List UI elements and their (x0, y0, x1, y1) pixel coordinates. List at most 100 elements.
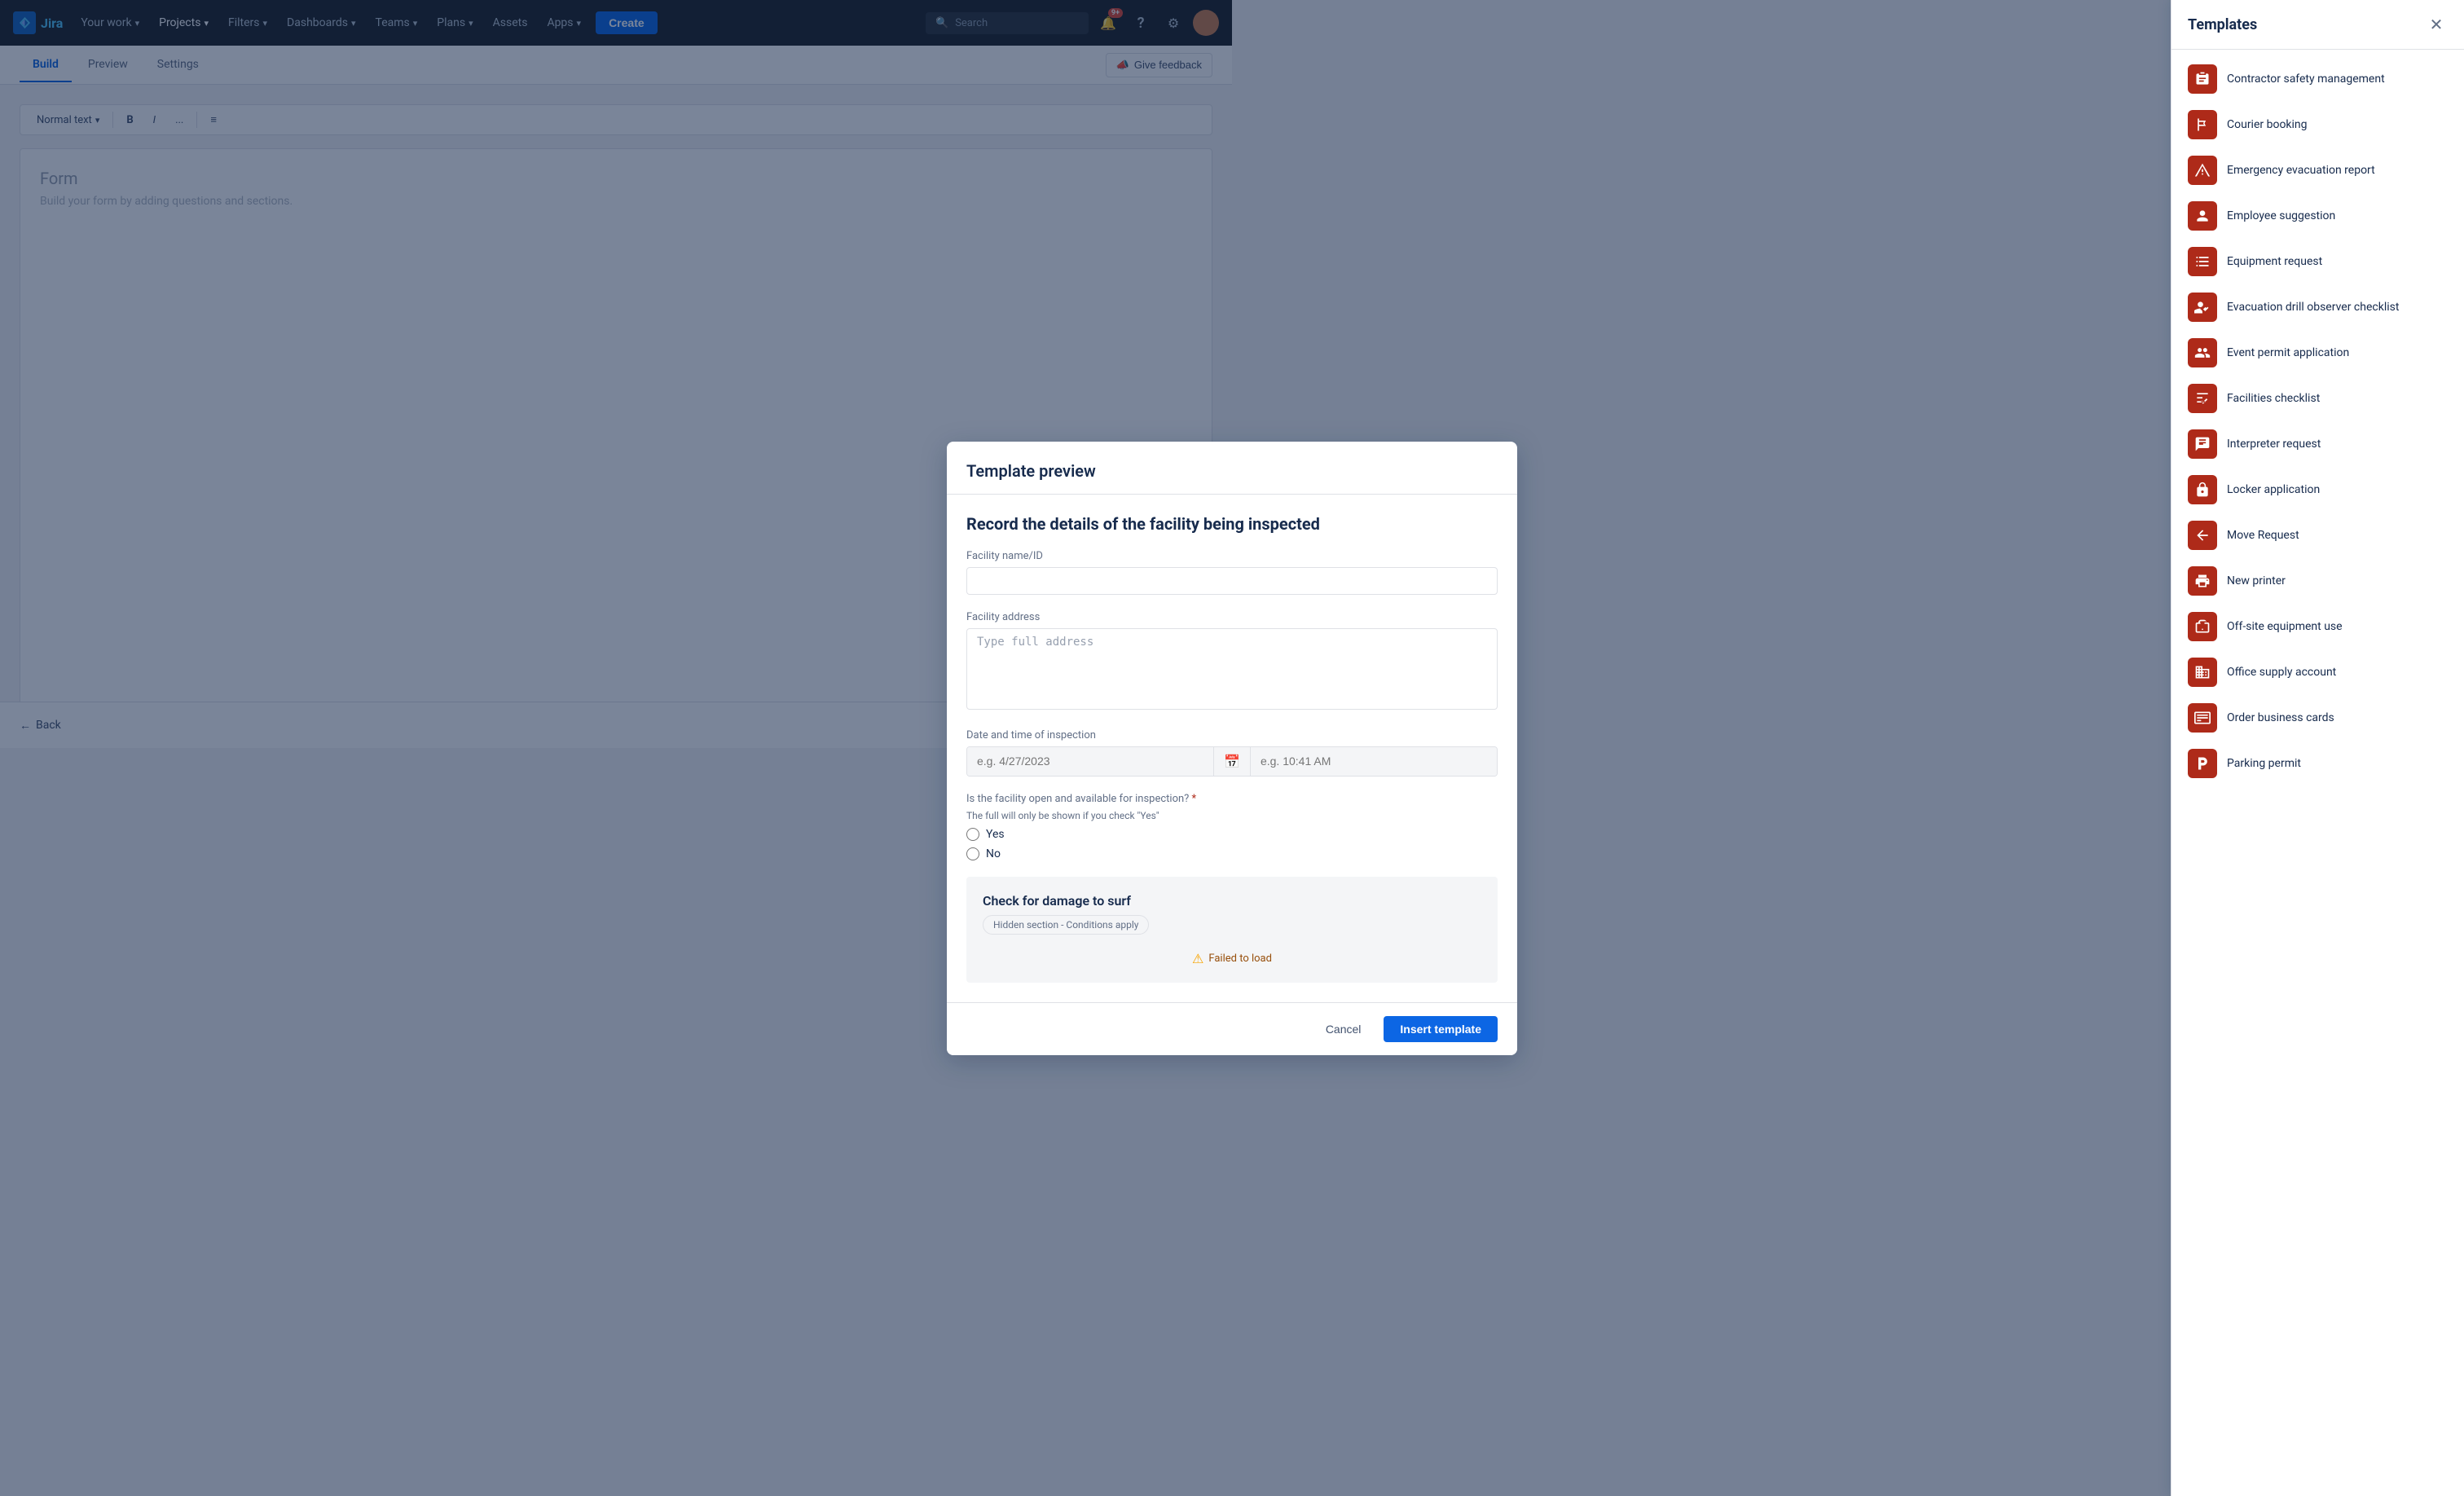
sidebar-item-icon-6 (2188, 338, 2217, 367)
template-icon (2194, 162, 2211, 178)
sidebar-item-label-9: Locker application (2227, 483, 2320, 496)
templates-sidebar: Templates ✕ Contractor safety management… (2171, 0, 2464, 1496)
hidden-section-title: Check for damage to surf (983, 893, 1481, 909)
sidebar-item-1[interactable]: Courier booking (2171, 102, 2464, 147)
template-icon (2194, 253, 2211, 270)
radio-yes[interactable]: Yes (966, 828, 1498, 841)
sidebar-item-2[interactable]: Emergency evacuation report (2171, 147, 2464, 193)
template-icon (2194, 664, 2211, 680)
sidebar-item-icon-1 (2188, 110, 2217, 139)
sidebar-item-label-12: Off-site equipment use (2227, 620, 2343, 633)
insert-template-button[interactable]: Insert template (1384, 1016, 1498, 1042)
radio-no-input[interactable] (966, 847, 979, 860)
sidebar-item-label-15: Parking permit (2227, 757, 2301, 770)
cancel-button[interactable]: Cancel (1313, 1016, 1375, 1042)
template-icon (2194, 390, 2211, 407)
calendar-icon[interactable]: 📅 (1213, 747, 1251, 776)
sidebar-item-icon-3 (2188, 201, 2217, 231)
radio-group: Yes No (966, 828, 1498, 860)
sidebar-item-11[interactable]: New printer (2171, 558, 2464, 604)
template-icon (2194, 117, 2211, 133)
modal-overlay[interactable]: Template preview Record the details of t… (0, 0, 2464, 1496)
modal-body: Record the details of the facility being… (947, 495, 1517, 1002)
radio-hint: The full will only be shown if you check… (966, 810, 1498, 821)
failed-load-message: ⚠ Failed to load (983, 951, 1481, 966)
sidebar-item-7[interactable]: Facilities checklist (2171, 376, 2464, 421)
sidebar-item-label-6: Event permit application (2227, 346, 2349, 359)
date-time-field: Date and time of inspection 📅 (966, 729, 1498, 777)
template-icon (2194, 436, 2211, 452)
radio-no[interactable]: No (966, 847, 1498, 860)
template-icon (2194, 71, 2211, 87)
sidebar-item-icon-14 (2188, 703, 2217, 733)
sidebar-item-8[interactable]: Interpreter request (2171, 421, 2464, 467)
facility-address-input[interactable] (966, 628, 1498, 710)
facility-open-label: Is the facility open and available for i… (966, 793, 1498, 805)
template-icon (2194, 710, 2211, 726)
sidebar-item-icon-8 (2188, 429, 2217, 459)
sidebar-item-icon-12 (2188, 612, 2217, 641)
sidebar-item-label-14: Order business cards (2227, 711, 2334, 724)
sidebar-item-icon-7 (2188, 384, 2217, 413)
sidebar-item-5[interactable]: Evacuation drill observer checklist (2171, 284, 2464, 330)
sidebar-item-label-2: Emergency evacuation report (2227, 164, 2375, 177)
hidden-section: Check for damage to surf Hidden section … (966, 877, 1498, 983)
sidebar-item-12[interactable]: Off-site equipment use (2171, 604, 2464, 649)
sidebar-item-6[interactable]: Event permit application (2171, 330, 2464, 376)
sidebar-list: Contractor safety management Courier boo… (2171, 50, 2464, 1496)
sidebar-item-10[interactable]: Move Request (2171, 513, 2464, 558)
template-icon (2194, 573, 2211, 589)
sidebar-item-13[interactable]: Office supply account (2171, 649, 2464, 695)
sidebar-item-label-0: Contractor safety management (2227, 73, 2385, 86)
facility-address-field: Facility address (966, 611, 1498, 713)
date-input[interactable] (967, 747, 1213, 776)
modal-title: Template preview (966, 461, 1096, 481)
sidebar-item-4[interactable]: Equipment request (2171, 239, 2464, 284)
sidebar-item-icon-9 (2188, 475, 2217, 504)
sidebar-item-label-7: Facilities checklist (2227, 392, 2320, 405)
modal-section-title: Record the details of the facility being… (966, 514, 1498, 534)
template-preview-modal: Template preview Record the details of t… (947, 442, 1517, 1055)
sidebar-item-label-10: Move Request (2227, 529, 2299, 542)
sidebar-item-label-3: Employee suggestion (2227, 209, 2335, 222)
modal-footer: Cancel Insert template (947, 1002, 1517, 1055)
sidebar-item-15[interactable]: Parking permit (2171, 741, 2464, 786)
sidebar-item-label-8: Interpreter request (2227, 438, 2321, 451)
sidebar-item-3[interactable]: Employee suggestion (2171, 193, 2464, 239)
facility-name-label: Facility name/ID (966, 550, 1498, 562)
warning-icon: ⚠ (1192, 951, 1203, 966)
sidebar-item-label-13: Office supply account (2227, 666, 2336, 679)
template-icon (2194, 482, 2211, 498)
sidebar-item-icon-15 (2188, 749, 2217, 778)
date-time-label: Date and time of inspection (966, 729, 1498, 741)
facility-address-label: Facility address (966, 611, 1498, 623)
sidebar-item-icon-2 (2188, 156, 2217, 185)
hidden-badge: Hidden section - Conditions apply (983, 915, 1149, 935)
modal-header: Template preview (947, 442, 1517, 495)
sidebar-item-0[interactable]: Contractor safety management (2171, 56, 2464, 102)
time-input[interactable] (1251, 747, 1497, 776)
date-time-row: 📅 (966, 746, 1498, 777)
template-icon (2194, 345, 2211, 361)
template-icon (2194, 618, 2211, 635)
sidebar-title: Templates (2188, 16, 2257, 33)
sidebar-item-icon-4 (2188, 247, 2217, 276)
radio-yes-input[interactable] (966, 828, 979, 841)
sidebar-item-icon-11 (2188, 566, 2217, 596)
facility-open-field: Is the facility open and available for i… (966, 793, 1498, 860)
template-icon (2194, 299, 2211, 315)
sidebar-item-label-4: Equipment request (2227, 255, 2322, 268)
facility-name-field: Facility name/ID (966, 550, 1498, 595)
facility-name-input[interactable] (966, 567, 1498, 595)
sidebar-item-icon-0 (2188, 64, 2217, 94)
template-icon (2194, 527, 2211, 543)
sidebar-item-icon-10 (2188, 521, 2217, 550)
sidebar-header: Templates ✕ (2171, 0, 2464, 50)
sidebar-item-label-11: New printer (2227, 574, 2286, 587)
sidebar-item-14[interactable]: Order business cards (2171, 695, 2464, 741)
sidebar-item-icon-5 (2188, 293, 2217, 322)
sidebar-item-9[interactable]: Locker application (2171, 467, 2464, 513)
sidebar-close-button[interactable]: ✕ (2425, 13, 2448, 36)
template-icon (2194, 208, 2211, 224)
template-icon (2194, 755, 2211, 772)
